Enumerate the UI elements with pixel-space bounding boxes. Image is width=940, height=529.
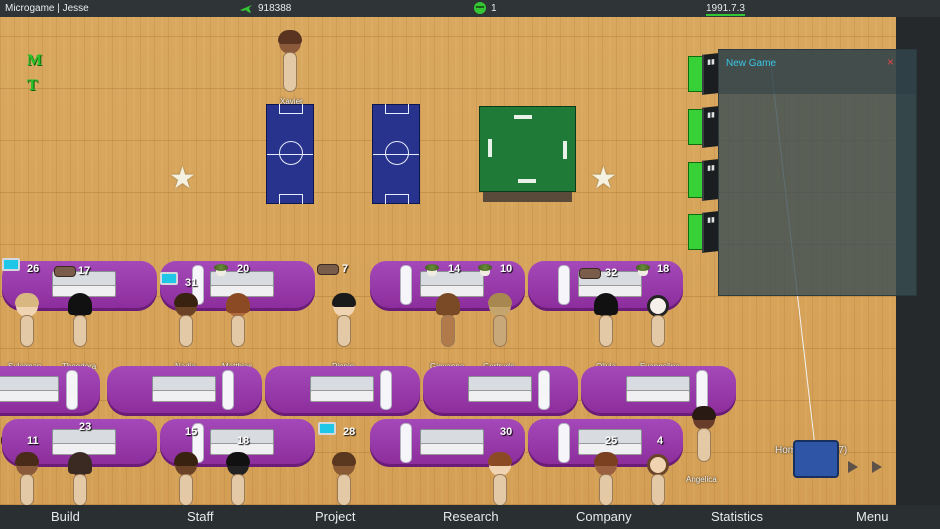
- close-icon[interactable]: ×: [887, 55, 894, 69]
- delivery-truck-icon[interactable]: [793, 440, 839, 478]
- game-date: 1991.7.3: [706, 3, 745, 16]
- floor-marker-t: T: [27, 77, 38, 94]
- desk-number: 30: [500, 426, 513, 438]
- desk-number: 4: [657, 435, 664, 447]
- floor-marker-m: M: [27, 52, 43, 69]
- gamepad-icon: [579, 268, 601, 279]
- menu-button[interactable]: Menu: [856, 509, 889, 524]
- desk-cluster[interactable]: [0, 366, 100, 416]
- arrow-right-icon: [872, 461, 882, 473]
- desk-cluster[interactable]: [265, 366, 420, 416]
- star-icon: ★: [169, 162, 196, 195]
- server-rack[interactable]: ▮▮: [688, 106, 718, 148]
- desk-number: 17: [78, 265, 91, 277]
- new-game-panel[interactable]: New Game ×: [718, 49, 917, 296]
- plant-icon: [478, 264, 492, 276]
- money-value: 918388: [258, 3, 292, 14]
- air-hockey-table[interactable]: [372, 104, 420, 204]
- desk-number: 7: [342, 263, 349, 275]
- research-button[interactable]: Research: [443, 509, 499, 524]
- monitor-icon: [160, 272, 178, 285]
- card-table[interactable]: [479, 106, 576, 192]
- statistics-button[interactable]: Statistics: [711, 509, 763, 524]
- plant-icon: [425, 264, 439, 276]
- project-button[interactable]: Project: [315, 509, 355, 524]
- monitor-icon: [2, 258, 20, 271]
- desk-number: 14: [448, 263, 461, 275]
- gamepad-icon: [317, 264, 339, 275]
- arrow-right-icon: [848, 461, 858, 473]
- desk-number: 15: [185, 426, 198, 438]
- plant-icon: [636, 264, 650, 276]
- company-button[interactable]: Company: [576, 509, 632, 524]
- monitor-icon: [318, 422, 336, 435]
- desk-cluster[interactable]: [423, 366, 578, 416]
- plant-icon: [214, 264, 228, 276]
- build-button[interactable]: Build: [51, 509, 80, 524]
- air-hockey-table[interactable]: [266, 104, 314, 204]
- bottom-menu-bar: Build Staff Project Research Company Sta…: [0, 505, 940, 529]
- server-rack[interactable]: ▮▮: [688, 53, 718, 95]
- server-rack[interactable]: ▮▮: [688, 159, 718, 201]
- desk-cluster[interactable]: [107, 366, 262, 416]
- desk-number: 18: [657, 263, 670, 275]
- server-rack[interactable]: ▮▮: [688, 211, 718, 253]
- staff-button[interactable]: Staff: [187, 509, 214, 524]
- fans-value: 1: [491, 3, 497, 14]
- desk-number: 10: [500, 263, 513, 275]
- desk-number: 11: [27, 435, 39, 447]
- desk-number: 32: [605, 267, 618, 279]
- plane-icon: [240, 5, 252, 13]
- desk-number: 18: [237, 435, 250, 447]
- panel-title: New Game: [726, 58, 777, 69]
- desk-number: 31: [185, 277, 198, 289]
- card-table-base: [483, 192, 572, 202]
- gamepad-icon: [54, 266, 76, 277]
- company-name: Microgame | Jesse: [5, 3, 89, 14]
- employee-name-label: Angelica: [686, 475, 717, 484]
- star-icon: ★: [590, 162, 617, 195]
- desk-number: 23: [79, 421, 92, 433]
- desk-number: 26: [27, 263, 40, 275]
- desk-number: 25: [605, 435, 618, 447]
- desk-number: 20: [237, 263, 250, 275]
- top-status-bar: Microgame | Jesse 918388 1 1991.7.3: [0, 0, 940, 17]
- desk-number: 28: [343, 426, 356, 438]
- green-face-icon: [474, 2, 486, 14]
